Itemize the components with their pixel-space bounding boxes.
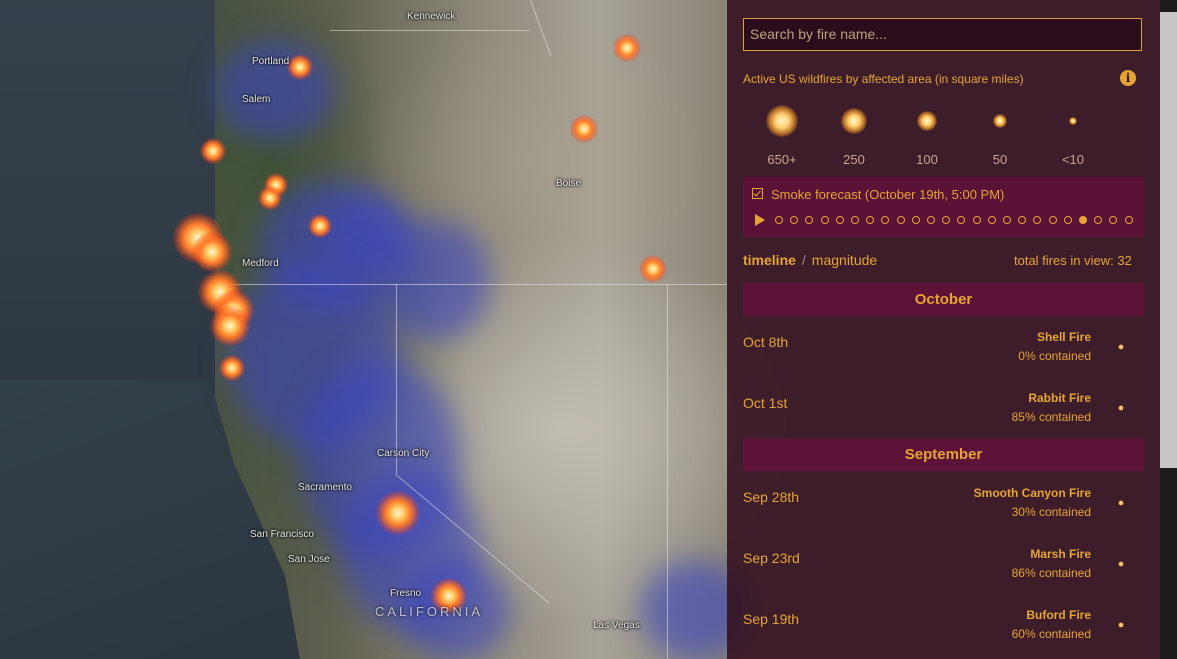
- fire-marker[interactable]: [639, 255, 667, 283]
- fire-date: Oct 1st: [743, 395, 788, 411]
- state-border: [667, 284, 668, 659]
- fire-date: Oct 8th: [743, 334, 789, 350]
- fire-marker[interactable]: [308, 214, 332, 238]
- city-label: Medford: [242, 258, 279, 269]
- fire-date: Sep 28th: [743, 489, 800, 505]
- timeline-step[interactable]: [1079, 216, 1087, 224]
- legend-size-label: <10: [1061, 152, 1085, 167]
- fire-marker[interactable]: [376, 491, 420, 535]
- fire-contained: 30% contained: [1011, 505, 1091, 519]
- smoke-forecast-label: Smoke forecast (October 19th, 5:00 PM): [771, 187, 1005, 202]
- fire-name[interactable]: Buford Fire: [1026, 608, 1091, 622]
- month-header: October: [743, 283, 1144, 316]
- smoke-plume: [215, 40, 335, 140]
- state-border: [330, 30, 530, 31]
- fire-contained: 60% contained: [1011, 627, 1091, 641]
- fire-name[interactable]: Marsh Fire: [1030, 547, 1091, 561]
- info-icon[interactable]: i: [1120, 70, 1136, 86]
- fire-name[interactable]: Shell Fire: [1037, 330, 1091, 344]
- timeline-step[interactable]: [1063, 216, 1072, 224]
- timeline-step[interactable]: [972, 216, 981, 224]
- legend-size-label: 650+: [767, 152, 797, 167]
- fire-marker[interactable]: [219, 355, 245, 381]
- tab-separator: /: [801, 252, 806, 268]
- scrollbar-thumb[interactable]: [1160, 12, 1177, 468]
- legend-size-label: 100: [916, 152, 938, 167]
- legend-size-10-icon: [1069, 117, 1077, 125]
- fire-size-icon: [1118, 622, 1124, 628]
- city-label: Kennewick: [407, 11, 456, 22]
- fire-date: Sep 19th: [743, 611, 800, 627]
- timeline-step[interactable]: [1003, 216, 1011, 224]
- fire-marker[interactable]: [200, 138, 226, 164]
- legend-size-label: 50: [992, 152, 1008, 167]
- city-label: Fresno: [390, 588, 422, 599]
- state-label: CALIFORNIA: [375, 604, 484, 619]
- fire-contained: 0% contained: [1018, 349, 1091, 363]
- timeline-step[interactable]: [775, 216, 783, 224]
- state-border: [215, 284, 727, 285]
- fire-size-icon: [1118, 344, 1124, 350]
- smoke-forecast-checkbox[interactable]: [752, 188, 763, 199]
- fire-marker[interactable]: [570, 115, 598, 143]
- state-border: [396, 284, 397, 474]
- fire-name[interactable]: Rabbit Fire: [1028, 391, 1091, 405]
- city-label: Salem: [242, 94, 271, 105]
- fire-marker[interactable]: [287, 54, 313, 80]
- timeline-step[interactable]: [851, 216, 859, 224]
- fire-marker[interactable]: [613, 34, 641, 62]
- fire-marker[interactable]: [192, 232, 232, 272]
- tab-magnitude[interactable]: magnitude: [812, 252, 877, 268]
- city-label: Sacramento: [298, 482, 352, 493]
- smoke-forecast-box: [743, 177, 1144, 237]
- city-label: San Jose: [288, 554, 330, 565]
- fire-date: Sep 23rd: [743, 550, 800, 566]
- legend-size-100-icon: [917, 111, 937, 131]
- fire-size-icon: [1118, 405, 1124, 411]
- legend-size-label: 250: [843, 152, 865, 167]
- legend-size-50-icon: [993, 114, 1007, 128]
- city-label: Las Vegas: [593, 620, 640, 631]
- month-header: September: [743, 438, 1144, 471]
- timeline-step[interactable]: [835, 216, 844, 224]
- fire-size-icon: [1118, 561, 1124, 567]
- timeline-step[interactable]: [927, 216, 935, 224]
- view-tabs: timeline / magnitude: [743, 252, 877, 268]
- state-border: [530, 0, 552, 57]
- city-label: Portland: [252, 56, 290, 67]
- fire-size-icon: [1118, 500, 1124, 506]
- timeline-step[interactable]: [896, 216, 905, 224]
- timeline-step[interactable]: [911, 216, 920, 224]
- legend-title: Active US wildfires by affected area (in…: [743, 72, 1024, 86]
- legend-size-650-icon: [766, 105, 798, 137]
- fire-name[interactable]: Smooth Canyon Fire: [974, 486, 1091, 500]
- search-input[interactable]: Search by fire name...: [743, 18, 1142, 51]
- legend-size-250-icon: [841, 108, 867, 134]
- total-fires-count: total fires in view: 32: [1014, 253, 1132, 268]
- fire-marker[interactable]: [210, 306, 250, 346]
- tab-timeline[interactable]: timeline: [743, 252, 796, 268]
- play-icon[interactable]: [755, 214, 765, 226]
- timeline-step[interactable]: [987, 216, 996, 224]
- fire-contained: 85% contained: [1011, 410, 1091, 424]
- timeline-step[interactable]: [1124, 216, 1133, 224]
- timeline-step[interactable]: [820, 216, 829, 224]
- city-label: Boise: [556, 178, 582, 189]
- city-label: San Francisco: [250, 529, 314, 540]
- city-label: Carson City: [377, 448, 430, 459]
- timeline-step[interactable]: [1048, 216, 1057, 224]
- fire-contained: 86% contained: [1011, 566, 1091, 580]
- fire-marker[interactable]: [258, 186, 282, 210]
